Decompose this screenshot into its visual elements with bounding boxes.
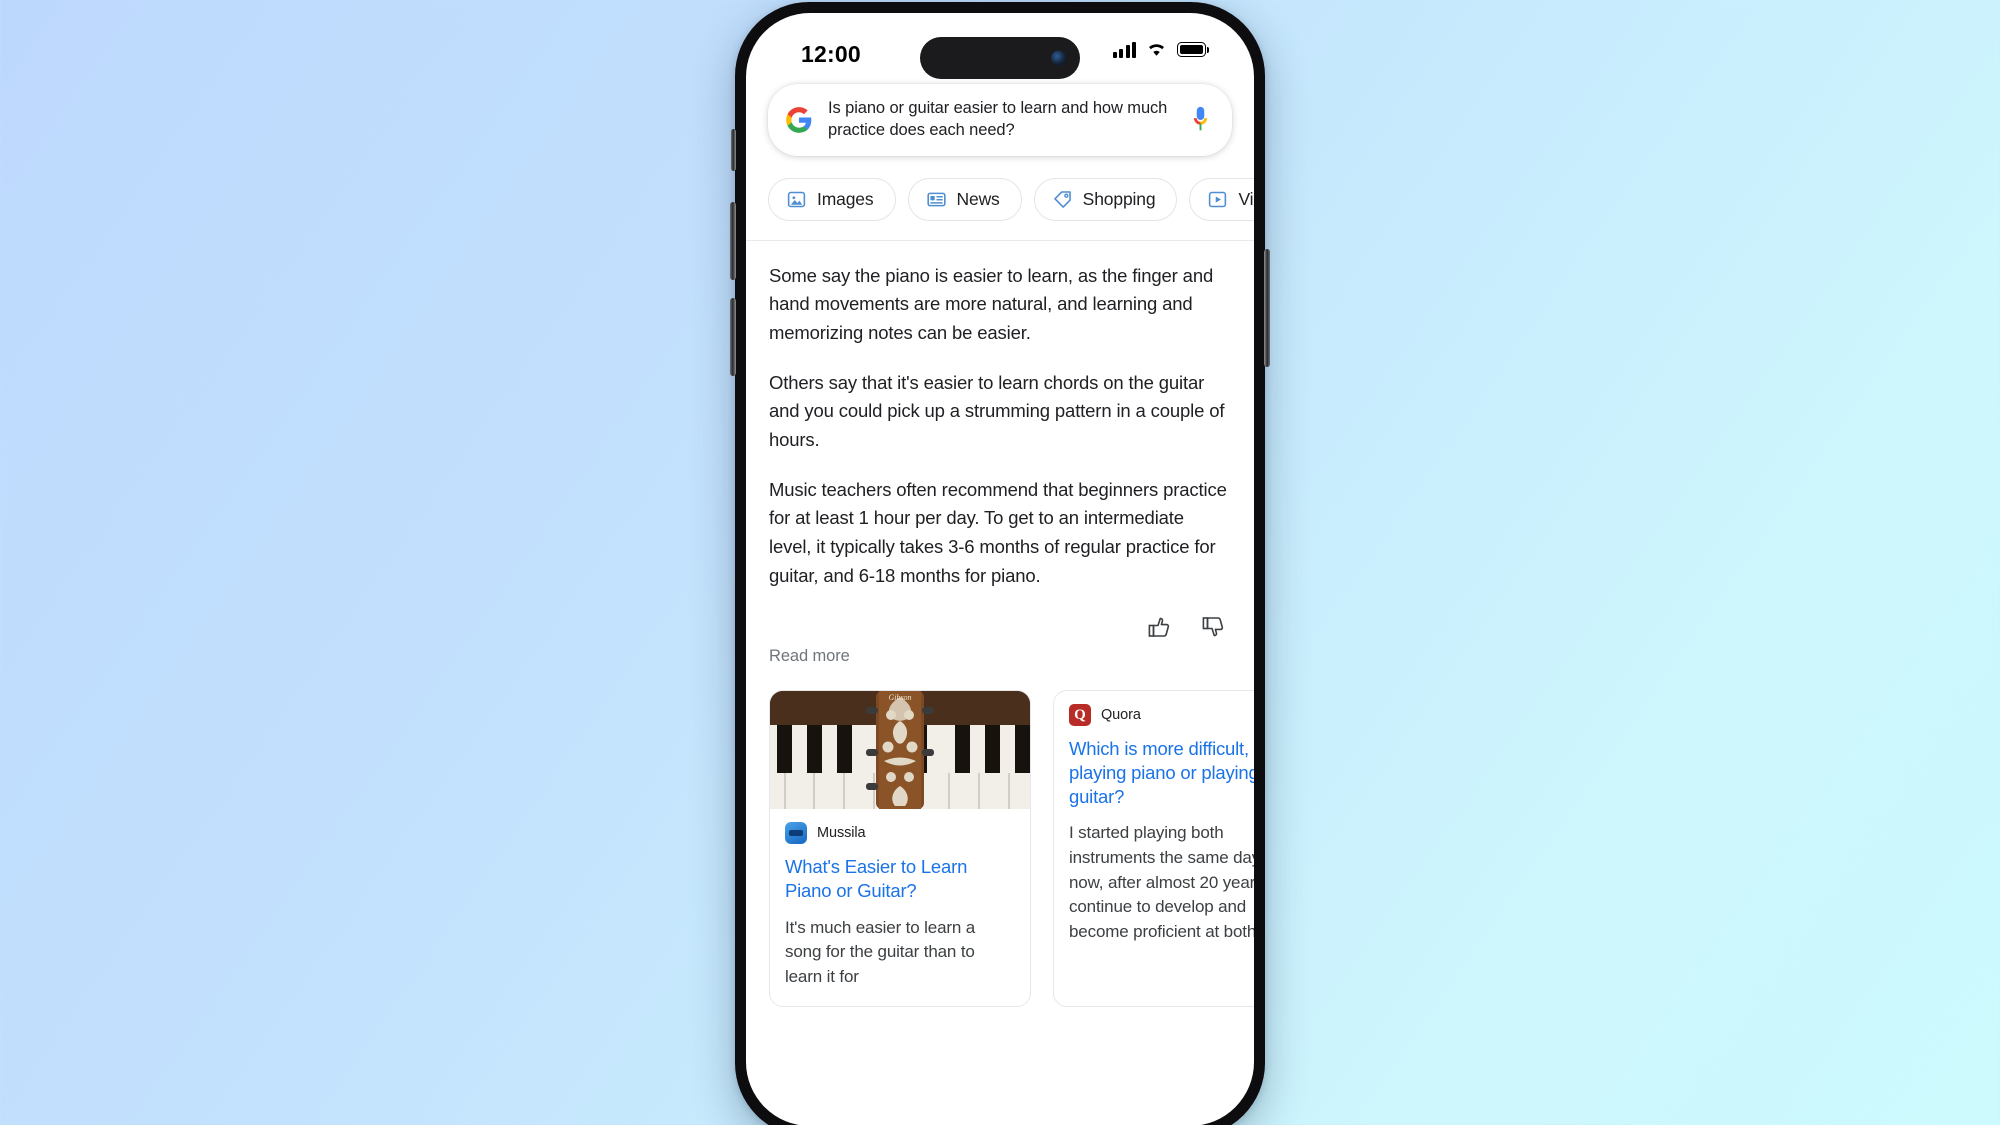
source-name: Mussila xyxy=(817,825,866,842)
search-bar-container: Is piano or guitar easier to learn and h… xyxy=(746,79,1254,156)
card-thumbnail-image: Gibson xyxy=(770,691,1030,810)
chip-label: Shopping xyxy=(1082,188,1156,209)
feedback-row[interactable] xyxy=(746,611,1254,639)
answer-paragraph: Music teachers often recommend that begi… xyxy=(769,478,1227,586)
status-time: 12:00 xyxy=(801,41,861,67)
thumbs-down-icon[interactable] xyxy=(1201,615,1225,639)
card-source: Q Quora xyxy=(1069,704,1254,727)
mussila-favicon xyxy=(785,822,807,845)
result-cards-row[interactable]: Gibson Mussila What's Easier to Learn Pi… xyxy=(746,666,1254,1007)
newspaper-icon xyxy=(926,192,946,206)
answer-paragraph: Others say that it's easier to learn cho… xyxy=(769,371,1225,450)
chip-label: Videos xyxy=(1238,188,1254,209)
dynamic-island xyxy=(920,37,1080,79)
chip-videos[interactable]: Videos xyxy=(1189,177,1254,221)
price-tag-icon xyxy=(1053,190,1071,208)
wifi-icon xyxy=(1149,44,1164,56)
silent-switch[interactable] xyxy=(731,129,736,171)
status-bar: 12:00 xyxy=(746,13,1254,79)
power-button[interactable] xyxy=(1264,249,1270,367)
image-icon xyxy=(787,191,806,207)
thumbs-up-icon[interactable] xyxy=(1147,615,1171,639)
status-indicators xyxy=(1112,41,1210,58)
search-bar[interactable]: Is piano or guitar easier to learn and h… xyxy=(768,84,1232,156)
chip-shopping[interactable]: Shopping xyxy=(1033,177,1178,221)
volume-down-button[interactable] xyxy=(730,298,736,376)
phone-screen: 12:00 Is piano or guitar easier to learn… xyxy=(746,13,1254,1125)
source-name: Quora xyxy=(1101,707,1141,724)
card-source: Mussila xyxy=(785,822,1015,845)
volume-up-button[interactable] xyxy=(730,202,736,280)
battery-full-icon xyxy=(1177,42,1210,57)
chip-news[interactable]: News xyxy=(907,177,1022,221)
chip-label: Images xyxy=(817,188,874,209)
chip-images[interactable]: Images xyxy=(768,177,896,221)
card-snippet: It's much easier to learn a song for the… xyxy=(785,917,976,986)
quora-favicon-letter: Q xyxy=(1074,706,1086,723)
play-square-icon xyxy=(1209,191,1227,207)
chip-label: News xyxy=(956,188,1000,209)
card-snippet: I started playing both instruments the s… xyxy=(1069,823,1254,941)
ai-answer-block: Some say the piano is easier to learn, a… xyxy=(746,241,1254,591)
microphone-icon[interactable] xyxy=(1189,105,1212,135)
filter-chips-row[interactable]: Images News Shopping Vi xyxy=(746,156,1254,240)
svg-text:Gibson: Gibson xyxy=(888,693,911,702)
card-title-link[interactable]: What's Easier to Learn Piano or Guitar? xyxy=(785,855,1015,902)
search-query-text: Is piano or guitar easier to learn and h… xyxy=(828,99,1168,139)
answer-paragraph: Some say the piano is easier to learn, a… xyxy=(769,264,1214,343)
cellular-signal-icon xyxy=(1112,41,1136,58)
google-g-icon xyxy=(786,106,812,133)
read-more-button[interactable]: Read more xyxy=(746,639,1254,666)
quora-favicon: Q xyxy=(1069,704,1091,727)
result-card-mussila[interactable]: Gibson Mussila What's Easier to Learn Pi… xyxy=(769,690,1031,1007)
card-title-link[interactable]: Which is more difficult, playing piano o… xyxy=(1069,737,1254,808)
result-card-quora[interactable]: Q Quora Which is more difficult, playing… xyxy=(1053,690,1254,1007)
front-camera-icon xyxy=(1051,50,1066,66)
phone-frame: 12:00 Is piano or guitar easier to learn… xyxy=(730,2,1270,1125)
